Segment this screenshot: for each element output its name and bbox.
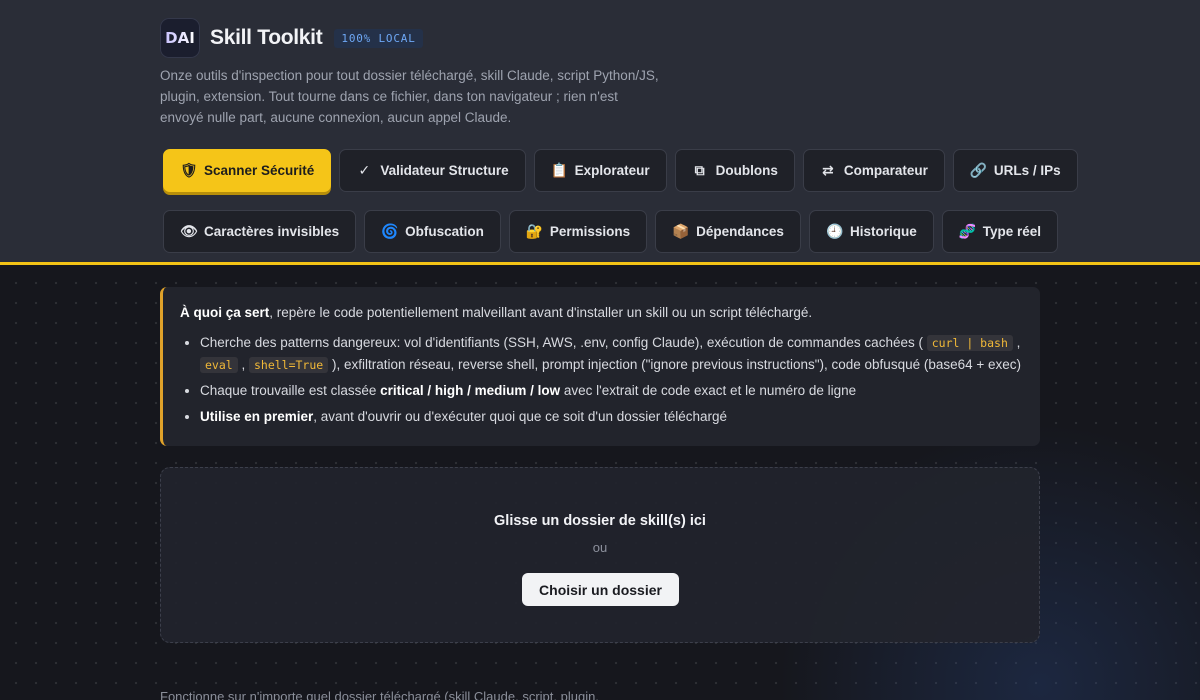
eye-icon: 👁 [180,223,198,239]
tab-validateur-structure[interactable]: ✓ Validateur Structure [339,149,526,192]
tab-historique[interactable]: 🕘 Historique [808,210,934,253]
drop-zone-title: Glisse un dossier de skill(s) ici [494,513,706,529]
lock-icon: 🔐 [525,223,544,239]
info-item-severity: Chaque trouvaille est classée critical /… [200,380,1022,402]
info-item-patterns: Cherche des patterns dangereux: vol d'id… [200,332,1022,376]
package-icon: 📦 [672,223,690,239]
info-text: Chaque trouvaille est classée [200,383,381,398]
code-snippet: eval [200,357,238,373]
tab-obfuscation[interactable]: 🌀 Obfuscation [364,210,501,253]
info-text: , [1012,335,1021,350]
clipboard-icon: 📋 [550,162,569,178]
tab-label: Caractères invisibles [204,224,340,239]
info-list: Cherche des patterns dangereux: vol d'id… [180,332,1022,428]
tab-label: Scanner Sécurité [204,163,315,178]
tab-bar-row-1: 🛡 Scanner Sécurité ✓ Validateur Structur… [163,149,1078,192]
info-text: , [237,357,249,372]
folder-drop-zone[interactable]: Glisse un dossier de skill(s) ici ou Cho… [160,467,1040,643]
tab-label: Obfuscation [405,224,484,239]
drop-zone-or: ou [592,540,608,555]
tab-permissions[interactable]: 🔐 Permissions [508,210,648,253]
tab-label: Doublons [715,163,778,178]
tab-caracteres-invisibles[interactable]: 👁 Caractères invisibles [163,210,357,253]
tab-label: Historique [849,224,917,239]
spiral-icon: 🌀 [381,223,399,239]
info-text: Cherche des patterns dangereux: vol d'id… [200,335,927,350]
logo-text: DAI [165,29,195,47]
info-panel: À quoi ça sert, repère le code potentiel… [160,287,1040,446]
tab-explorateur[interactable]: 📋 Explorateur [533,149,667,192]
check-icon: ✓ [358,162,371,178]
shield-icon: 🛡 [180,162,198,178]
choose-folder-button[interactable]: Choisir un dossier [522,573,679,606]
local-badge: 100% LOCAL [334,28,423,48]
tab-type-reel[interactable]: 🧬 Type réel [941,210,1058,253]
tab-label: Type réel [982,224,1041,239]
tab-urls-ips[interactable]: 🔗 URLs / IPs [952,149,1078,192]
tab-label: Validateur Structure [380,163,509,178]
tab-scanner-securite[interactable]: 🛡 Scanner Sécurité [163,149,332,192]
tab-label: Explorateur [574,163,650,178]
code-snippet: curl | bash [926,335,1013,351]
severity-levels: critical / high / medium / low [380,383,561,398]
tab-dependances[interactable]: 📦 Dépendances [655,210,801,253]
tab-label: Permissions [549,224,631,239]
tab-bar-row-2: 👁 Caractères invisibles 🌀 Obfuscation 🔐 … [163,210,1058,253]
info-lead-bold: À quoi ça sert [180,305,270,320]
app-title: Skill Toolkit [210,26,323,49]
info-lead-text: , repère le code potentiellement malveil… [269,305,813,320]
tab-comparateur[interactable]: ⇄ Comparateur [802,149,945,192]
swap-icon: ⇄ [822,162,834,178]
tab-label: URLs / IPs [993,163,1061,178]
dna-icon: 🧬 [958,223,977,239]
info-item-usage: Utilise en premier, avant d'ouvrir ou d'… [200,406,1022,428]
footer-note: Fonctionne sur n'importe quel dossier té… [160,689,599,700]
link-icon: 🔗 [969,162,988,178]
tab-label: Comparateur [843,163,928,178]
info-bold: Utilise en premier [200,409,314,424]
app-logo: DAI [160,18,200,58]
code-snippet: shell=True [248,357,329,373]
info-text: ), exfiltration réseau, reverse shell, p… [328,357,1022,372]
app-header: DAI Skill Toolkit 100% LOCAL [160,18,423,58]
info-lead: À quoi ça sert, repère le code potentiel… [180,303,1022,323]
tab-label: Dépendances [696,224,784,239]
duplicate-icon: ⧉ [694,162,705,178]
info-text: avec l'extrait de code exact et le numér… [560,383,857,398]
info-text: , avant d'ouvrir ou d'exécuter quoi que … [313,409,728,424]
clock-icon: 🕘 [825,223,844,239]
app-description: Onze outils d'inspection pour tout dossi… [160,68,659,125]
tab-doublons[interactable]: ⧉ Doublons [674,149,795,192]
